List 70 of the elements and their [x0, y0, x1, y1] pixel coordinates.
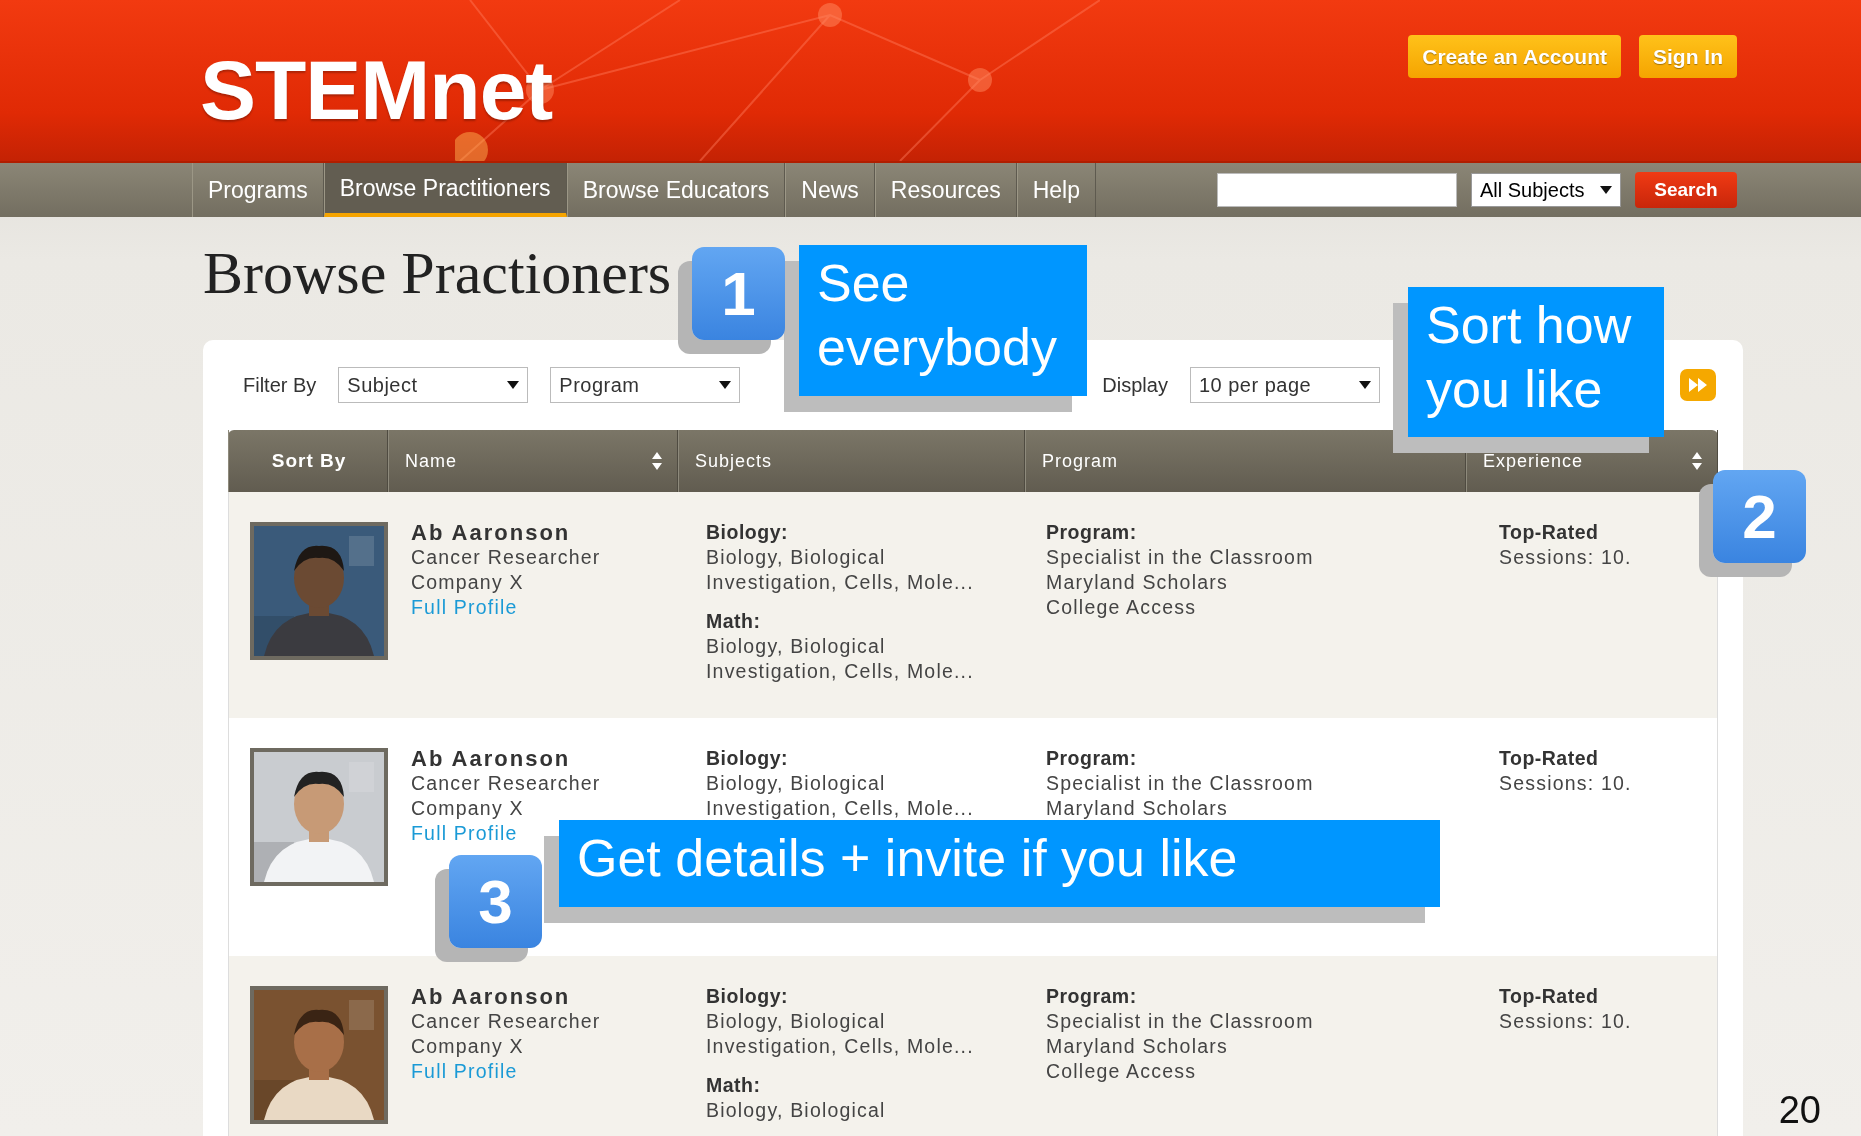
program-name: College Access [1046, 1059, 1197, 1084]
subject-heading: Math: [706, 1073, 761, 1098]
caret-icon [507, 381, 520, 389]
caret-icon [1358, 381, 1371, 389]
program-name: Maryland Scholars [1046, 1034, 1228, 1059]
sort-icon[interactable] [1691, 451, 1703, 471]
program-name: Specialist in the Classroom [1046, 771, 1314, 796]
column-header[interactable]: Subjects [695, 450, 773, 472]
practitioner-name: Ab Aaronson [411, 746, 571, 771]
session-count: Sessions: 10. [1499, 1009, 1632, 1034]
sort-icon[interactable] [651, 451, 663, 471]
company-name: Company X [411, 796, 524, 821]
program-name: Specialist in the Classroom [1046, 1009, 1314, 1034]
program-name: Maryland Scholars [1046, 570, 1228, 595]
display-label: Display [1102, 373, 1168, 397]
profile-link[interactable]: Full Profile [411, 821, 518, 846]
session-count: Sessions: 10. [1499, 545, 1632, 570]
caret-icon [1600, 186, 1612, 194]
nav-tab[interactable]: Browse Practitioners [323, 163, 567, 217]
program-heading: Program: [1046, 520, 1137, 545]
column-header[interactable]: Experience [1483, 450, 1584, 472]
callout-note: See everybody [799, 245, 1087, 396]
nav-tab[interactable]: Help [1016, 163, 1097, 217]
profile-link[interactable]: Full Profile [411, 1059, 518, 1084]
nav-tab[interactable]: News [785, 163, 875, 217]
job-title: Cancer Researcher [411, 1009, 601, 1034]
subject-heading: Math: [706, 609, 761, 634]
subject-list: Biology, Biological [706, 1098, 886, 1123]
subject-heading: Biology: [706, 520, 788, 545]
job-title: Cancer Researcher [411, 771, 601, 796]
column-header[interactable]: Program [1042, 450, 1119, 472]
subject-dropdown[interactable]: All Subjects [1471, 173, 1621, 207]
job-title: Cancer Researcher [411, 545, 601, 570]
rating-label: Top-Rated [1499, 520, 1599, 545]
column-header[interactable]: Sort By [271, 450, 347, 472]
nav-tab[interactable]: Browse Educators [566, 163, 786, 217]
subject-list: Biology, Biological Investigation, Cells, Mole... [706, 1009, 974, 1059]
subject-heading: Biology: [706, 746, 788, 771]
rating-label: Top-Rated [1499, 746, 1599, 771]
rating-label: Top-Rated [1499, 984, 1599, 1009]
filter-label: Filter By [243, 373, 317, 397]
subject-list: Biology, Biological Investigation, Cells, Mole... [706, 634, 974, 684]
subject-list: Biology, Biological Investigation, Cells, Mole... [706, 545, 974, 595]
page-title: Browse Practioners [203, 239, 672, 308]
callout-note: Sort how you like [1408, 287, 1664, 437]
program-name: Maryland Scholars [1046, 796, 1228, 821]
column-header[interactable]: Name [405, 450, 457, 472]
profile-link[interactable]: Full Profile [411, 595, 518, 620]
nav-tab[interactable]: Programs [192, 163, 324, 217]
search-button[interactable]: Search [1635, 172, 1737, 208]
subject-list: Biology, Biological Investigation, Cells, Mole... [706, 771, 974, 821]
nav-tab[interactable]: Resources [874, 163, 1017, 217]
company-name: Company X [411, 570, 524, 595]
practitioner-name: Ab Aaronson [411, 520, 571, 545]
filter-dropdown[interactable]: Program [550, 367, 741, 403]
search-field[interactable] [1217, 173, 1457, 207]
caret-icon [719, 381, 732, 389]
program-name: Specialist in the Classroom [1046, 545, 1314, 570]
program-heading: Program: [1046, 984, 1137, 1009]
session-count: Sessions: 10. [1499, 771, 1632, 796]
callout-note: Get details + invite if you like [559, 820, 1440, 907]
logo[interactable]: STEMnet [200, 42, 553, 139]
company-name: Company X [411, 1034, 524, 1059]
display-dropdown[interactable]: 10 per page [1189, 367, 1380, 403]
subject-heading: Biology: [706, 984, 788, 1009]
practitioner-name: Ab Aaronson [411, 984, 571, 1009]
program-heading: Program: [1046, 746, 1137, 771]
program-name: College Access [1046, 595, 1197, 620]
slide-number: 20 [1778, 1089, 1821, 1132]
filter-dropdown[interactable]: Subject [338, 367, 529, 403]
